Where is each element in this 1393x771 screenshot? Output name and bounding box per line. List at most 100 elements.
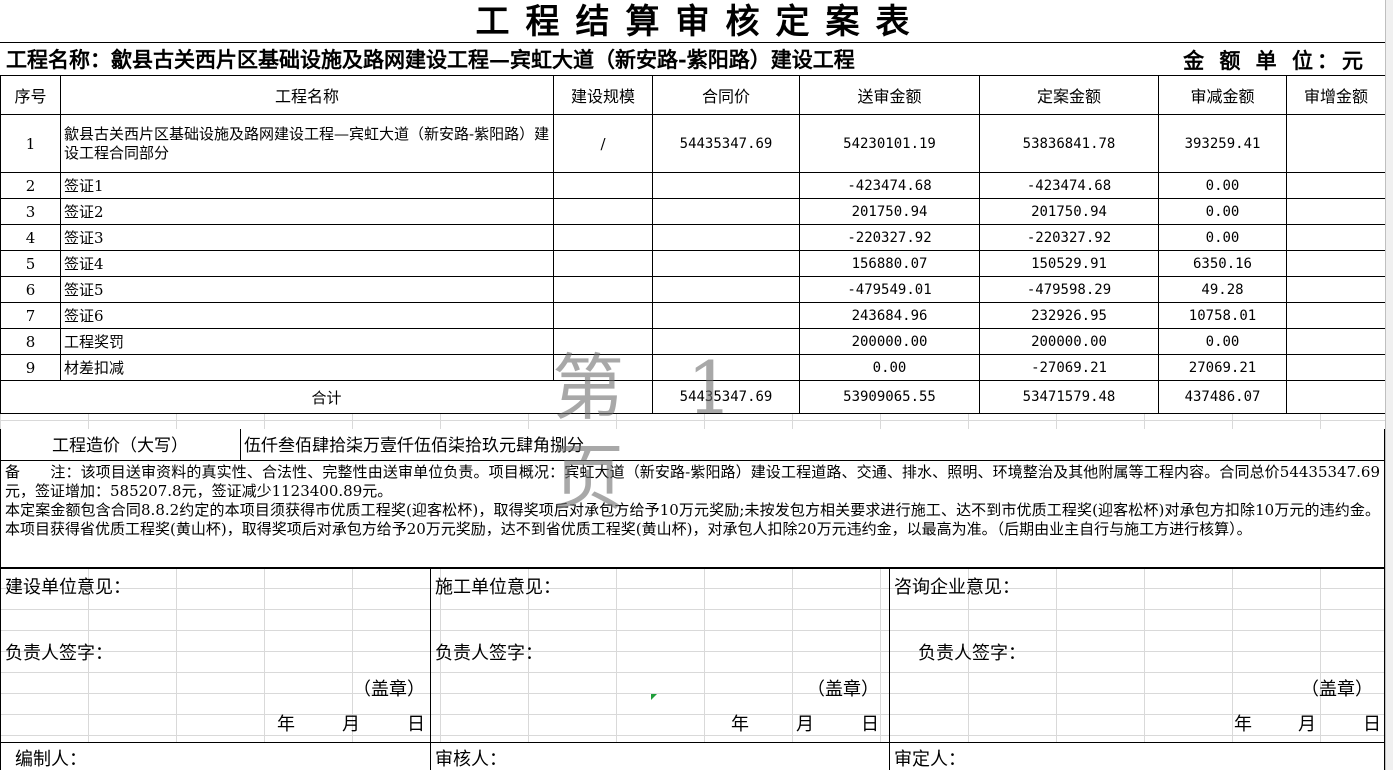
contract-price-cell[interactable] [652, 302, 800, 329]
increased-amount-cell[interactable] [1286, 198, 1386, 225]
total-reduced-cell[interactable]: 437486.07 [1158, 380, 1287, 414]
reduced-amount-cell[interactable]: 27069.21 [1158, 354, 1287, 381]
project-name-cell[interactable]: 签证1 [60, 172, 554, 199]
settlement-sheet: 工程结算审核定案表 工程名称：歙县古关西片区基础设施及路网建设工程—宾虹大道（新… [0, 0, 1393, 770]
approved-amount-cell[interactable]: 150529.91 [979, 250, 1159, 277]
approved-amount-cell[interactable]: 200000.00 [979, 328, 1159, 355]
row-number-cell[interactable]: 9 [0, 354, 61, 381]
scale-cell[interactable] [553, 172, 653, 199]
approved-amount-cell[interactable]: 53836841.78 [979, 114, 1159, 173]
header-cell[interactable]: 定案金额 [979, 75, 1159, 115]
approver-label[interactable]: 审定人： [894, 745, 966, 771]
submitted-amount-cell[interactable]: -479549.01 [799, 276, 980, 303]
submitted-amount-cell[interactable]: -423474.68 [799, 172, 980, 199]
cell-comment-marker[interactable] [651, 694, 657, 700]
contractor-opinion-title[interactable]: 施工单位意见： [435, 573, 561, 599]
submitted-amount-cell[interactable]: -220327.92 [799, 224, 980, 251]
table-row: 7 签证6 243684.96 232926.95 10758.01 [0, 302, 1386, 329]
approved-amount-cell[interactable]: -423474.68 [979, 172, 1159, 199]
reduced-amount-cell[interactable]: 0.00 [1158, 328, 1287, 355]
scale-cell[interactable] [553, 302, 653, 329]
submitted-amount-cell[interactable]: 54230101.19 [799, 114, 980, 173]
approved-amount-cell[interactable]: -479598.29 [979, 276, 1159, 303]
scale-cell[interactable]: / [553, 114, 653, 173]
submitted-amount-cell[interactable]: 201750.94 [799, 198, 980, 225]
total-increased-cell[interactable] [1286, 380, 1386, 414]
compiler-label[interactable]: 编制人： [15, 745, 87, 771]
approved-amount-cell[interactable]: 201750.94 [979, 198, 1159, 225]
page-watermark: 第 1 页 [552, 346, 753, 520]
cost-capital-label[interactable]: 工程造价（大写） [0, 429, 241, 461]
reduced-amount-cell[interactable]: 6350.16 [1158, 250, 1287, 277]
header-cell[interactable]: 建设规模 [553, 75, 653, 115]
reduced-amount-cell[interactable]: 10758.01 [1158, 302, 1287, 329]
row-number-cell[interactable]: 3 [0, 198, 61, 225]
row-number-cell[interactable]: 5 [0, 250, 61, 277]
reduced-amount-cell[interactable]: 393259.41 [1158, 114, 1287, 173]
row-number-cell[interactable]: 1 [0, 114, 61, 173]
table-header-row: 序号 工程名称 建设规模 合同价 送审金额 定案金额 审减金额 审增金额 [0, 75, 1386, 115]
row-number-cell[interactable]: 4 [0, 224, 61, 251]
reduced-amount-cell[interactable]: 0.00 [1158, 198, 1287, 225]
approved-amount-cell[interactable]: 232926.95 [979, 302, 1159, 329]
increased-amount-cell[interactable] [1286, 114, 1386, 173]
row-number-cell[interactable]: 7 [0, 302, 61, 329]
project-name-cell[interactable]: 材差扣减 [60, 354, 554, 381]
project-name-cell[interactable]: 签证4 [60, 250, 554, 277]
owner-signature-label[interactable]: 负责人签字： [5, 639, 113, 665]
increased-amount-cell[interactable] [1286, 250, 1386, 277]
contractor-signature-label[interactable]: 负责人签字： [435, 639, 543, 665]
contract-price-cell[interactable] [652, 276, 800, 303]
header-cell[interactable]: 序号 [0, 75, 61, 115]
owner-seal-label: （盖章） [353, 679, 425, 700]
header-cell[interactable]: 合同价 [652, 75, 800, 115]
project-name-cell[interactable]: 签证3 [60, 224, 554, 251]
scale-cell[interactable] [553, 198, 653, 225]
scale-cell[interactable] [553, 250, 653, 277]
consultant-signature-label[interactable]: 负责人签字： [918, 639, 1026, 665]
contract-price-cell[interactable]: 54435347.69 [652, 114, 800, 173]
reduced-amount-cell[interactable]: 0.00 [1158, 224, 1287, 251]
row-number-cell[interactable]: 2 [0, 172, 61, 199]
scale-cell[interactable] [553, 224, 653, 251]
project-name-label: 工程名称： [6, 47, 111, 72]
approved-amount-cell[interactable]: -27069.21 [979, 354, 1159, 381]
project-name-cell[interactable]: 歙县古关西片区基础设施及路网建设工程—宾虹大道（新安路-紫阳路）建设工程合同部分 [60, 114, 554, 173]
scale-cell[interactable] [553, 276, 653, 303]
increased-amount-cell[interactable] [1286, 354, 1386, 381]
project-name-cell[interactable]: 签证5 [60, 276, 554, 303]
owner-opinion-title[interactable]: 建设单位意见： [5, 573, 131, 599]
remarks-cell[interactable]: 备 注：该项目送审资料的真实性、合法性、完整性由送审单位负责。项目概况：宾虹大道… [0, 461, 1385, 568]
remark-paragraph: 备 注：该项目送审资料的真实性、合法性、完整性由送审单位负责。项目概况：宾虹大道… [5, 463, 1380, 500]
project-name-cell[interactable]: 工程奖罚 [60, 328, 554, 355]
project-name-cell[interactable]: 签证6 [60, 302, 554, 329]
submitted-amount-cell[interactable]: 156880.07 [799, 250, 980, 277]
increased-amount-cell[interactable] [1286, 224, 1386, 251]
project-name-cell[interactable]: 签证2 [60, 198, 554, 225]
increased-amount-cell[interactable] [1286, 302, 1386, 329]
reduced-amount-cell[interactable]: 0.00 [1158, 172, 1287, 199]
cost-capital-value[interactable]: 伍仟叁佰肆拾柒万壹仟伍佰柒拾玖元肆角捌分 [241, 429, 1385, 461]
submitted-amount-cell[interactable]: 243684.96 [799, 302, 980, 329]
reduced-amount-cell[interactable]: 49.28 [1158, 276, 1287, 303]
total-approved-cell[interactable]: 53471579.48 [979, 380, 1159, 414]
header-cell[interactable]: 审减金额 [1158, 75, 1287, 115]
increased-amount-cell[interactable] [1286, 328, 1386, 355]
consultant-opinion-title[interactable]: 咨询企业意见： [894, 573, 1020, 599]
header-cell[interactable]: 送审金额 [799, 75, 980, 115]
approved-amount-cell[interactable]: -220327.92 [979, 224, 1159, 251]
contract-price-cell[interactable] [652, 250, 800, 277]
contractor-seal-label: （盖章） [807, 679, 879, 700]
increased-amount-cell[interactable] [1286, 276, 1386, 303]
reviewer-label[interactable]: 审核人： [435, 745, 507, 771]
contract-price-cell[interactable] [652, 172, 800, 199]
vertical-scrollbar[interactable] [1385, 0, 1393, 770]
contract-price-cell[interactable] [652, 198, 800, 225]
header-cell[interactable]: 工程名称 [60, 75, 554, 115]
row-number-cell[interactable]: 6 [0, 276, 61, 303]
increased-amount-cell[interactable] [1286, 172, 1386, 199]
header-cell[interactable]: 审增金额 [1286, 75, 1386, 115]
row-number-cell[interactable]: 8 [0, 328, 61, 355]
contract-price-cell[interactable] [652, 224, 800, 251]
remark-paragraph: 本定案金额包含合同8.8.2约定的本项目须获得市优质工程奖(迎客松杯)，取得奖项… [5, 501, 1380, 538]
